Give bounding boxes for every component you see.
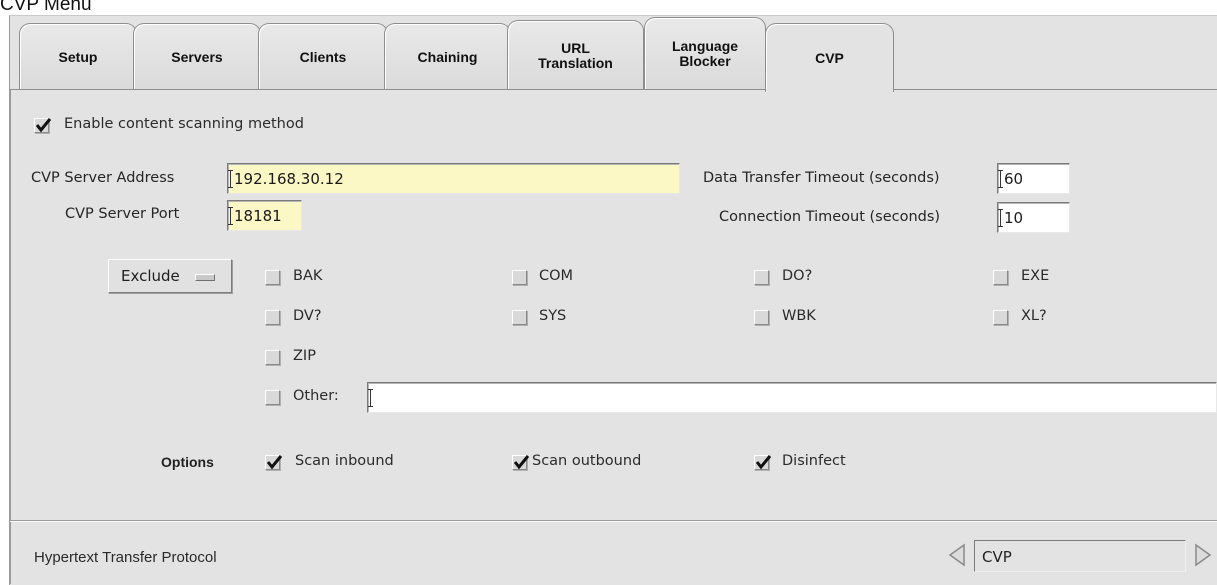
tab-url-translation[interactable]: URL Translation [507,20,644,90]
server-port-input[interactable]: 18181 [227,200,302,231]
checkbox-wbk[interactable] [754,310,769,325]
text-caret-icon [228,170,233,188]
arrow-right-icon[interactable] [1194,543,1212,567]
protocol-nav-value: CVP [982,548,1012,566]
tab-divider [10,89,1217,90]
checkbox-zip[interactable] [265,350,280,365]
tab-clients[interactable]: Clients [258,23,388,90]
enable-scanning-label: Enable content scanning method [64,116,304,132]
server-address-input[interactable]: 192.168.30.12 [227,163,680,194]
option-menu-indicator-icon [195,274,215,281]
tab-chaining[interactable]: Chaining [384,23,511,90]
tab-setup[interactable]: Setup [19,23,137,90]
text-caret-icon [998,209,1003,227]
data-timeout-value: 60 [1004,170,1024,188]
scan-outbound-checkbox[interactable] [512,455,530,470]
server-address-value: 192.168.30.12 [234,170,344,188]
checkbox-wbk-label: WBK [782,308,816,324]
active-tab-gap [766,89,893,91]
text-caret-icon [368,389,373,407]
tab-servers[interactable]: Servers [133,23,261,90]
tab-label: Chaining [417,48,478,65]
tab-language-blocker[interactable]: Language Blocker [644,17,766,90]
data-timeout-input[interactable]: 60 [997,163,1070,194]
scan-inbound-label: Scan inbound [295,453,394,469]
checkbox-com-label: COM [539,268,574,284]
checkbox-other[interactable] [265,390,280,405]
checkbox-bak[interactable] [265,270,280,285]
panel-left-edge [10,90,11,584]
checkbox-xl[interactable] [993,310,1008,325]
checkbox-xl-label: XL? [1021,308,1047,324]
arrow-left-icon[interactable] [948,543,966,567]
connection-timeout-input[interactable]: 10 [997,202,1070,233]
tab-cvp[interactable]: CVP [765,23,894,92]
checkbox-do-label: DO? [782,268,813,284]
checkmark-icon [35,118,52,133]
status-protocol-text: Hypertext Transfer Protocol [34,549,217,566]
tab-label: Language Blocker [671,38,739,69]
window-caption: CVP Menu [0,0,92,15]
options-label: Options [161,454,214,470]
checkbox-do[interactable] [754,270,769,285]
checkbox-dv[interactable] [265,310,280,325]
checkbox-sys-label: SYS [539,308,567,324]
server-port-label: CVP Server Port [65,206,180,222]
checkbox-other-label: Other: [293,388,339,404]
server-address-label: CVP Server Address [31,170,175,186]
enable-scanning-checkbox[interactable] [34,118,52,133]
connection-timeout-label: Connection Timeout (seconds) [719,209,941,225]
tab-label: CVP [815,49,844,66]
other-extensions-input[interactable] [367,382,1217,413]
checkmark-icon [755,455,772,470]
status-separator-highlight [10,521,1217,522]
checkmark-icon [513,455,530,470]
text-caret-icon [228,207,233,225]
checkmark-icon [266,455,283,470]
exclude-menu-button[interactable]: Exclude [108,259,232,293]
disinfect-label: Disinfect [782,453,846,469]
tab-label: Clients [299,48,347,65]
tab-label: Servers [171,48,223,65]
checkbox-exe-label: EXE [1021,268,1050,284]
connection-timeout-value: 10 [1004,209,1024,227]
scan-outbound-label: Scan outbound [532,453,642,469]
checkbox-bak-label: BAK [293,268,323,284]
text-caret-icon [998,170,1003,188]
checkbox-dv-label: DV? [293,308,322,324]
scan-inbound-checkbox[interactable] [265,455,283,470]
checkbox-exe[interactable] [993,270,1008,285]
checkbox-zip-label: ZIP [293,348,316,364]
tab-label: URL Translation [538,39,613,71]
exclude-label: Exclude [121,267,180,285]
data-timeout-label: Data Transfer Timeout (seconds) [703,170,940,186]
disinfect-checkbox[interactable] [754,455,772,470]
checkbox-sys[interactable] [512,310,527,325]
checkbox-com[interactable] [512,270,527,285]
protocol-nav-field[interactable]: CVP [974,540,1186,572]
tab-label: Setup [58,48,98,65]
cvp-window [9,15,1217,585]
server-port-value: 18181 [234,207,282,225]
